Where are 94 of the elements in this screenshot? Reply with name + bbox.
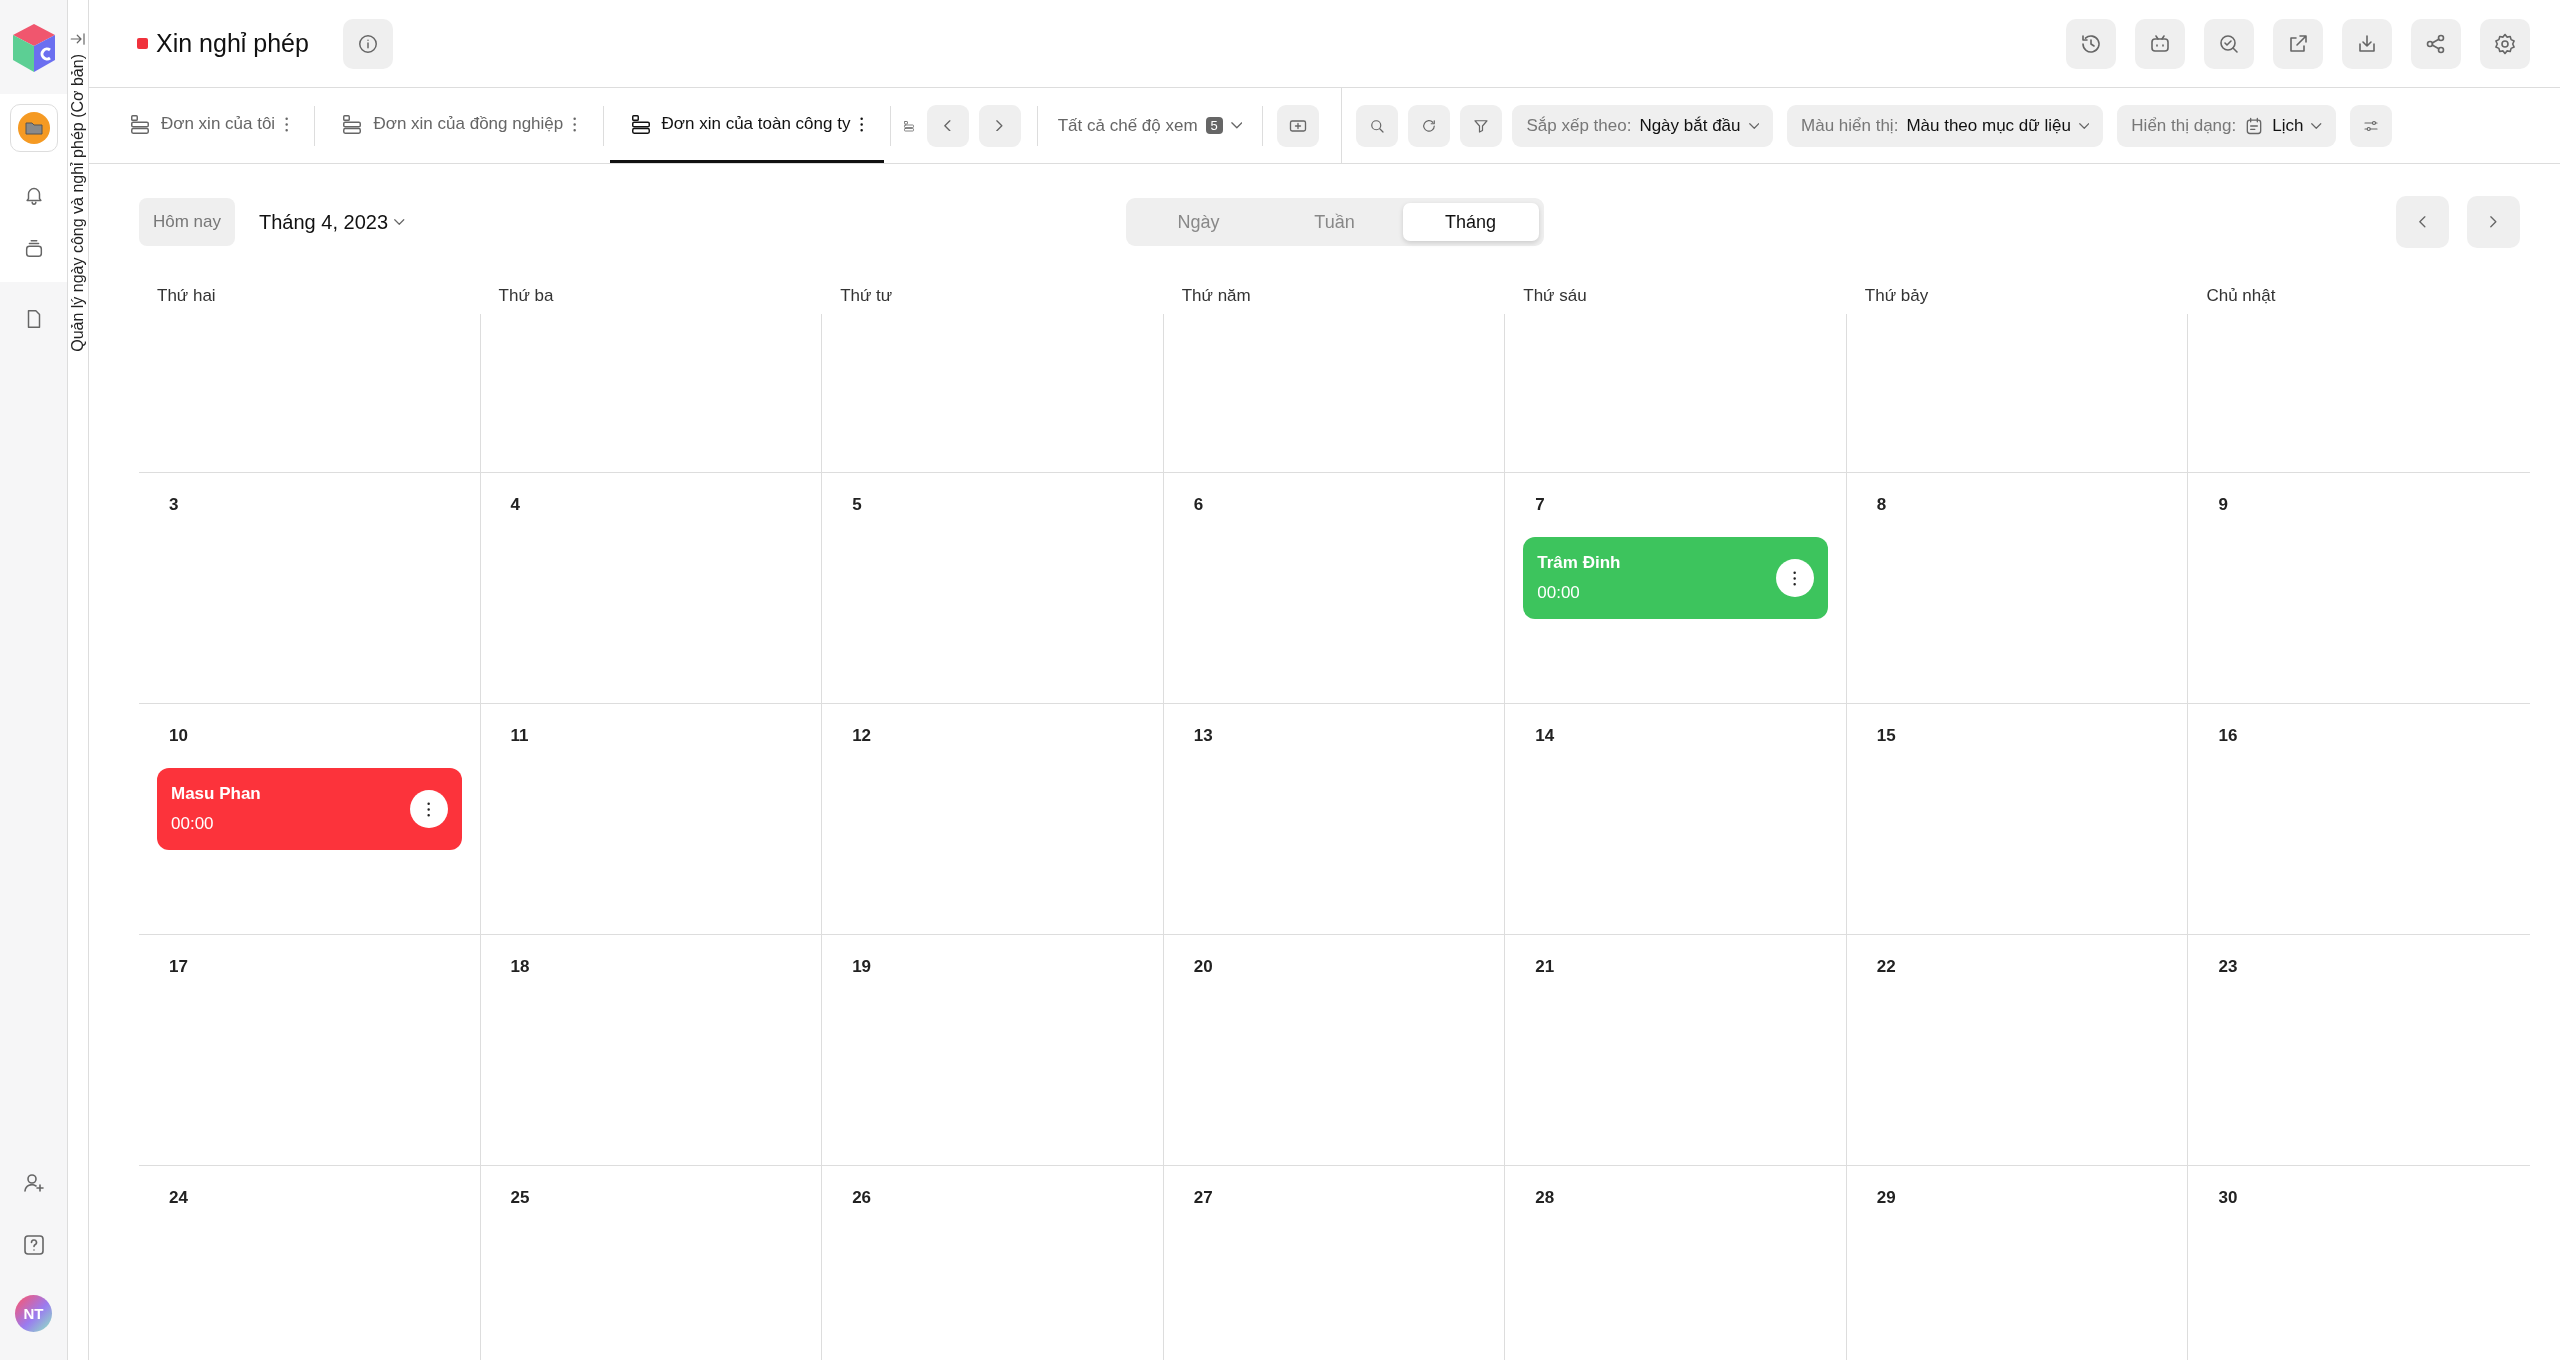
day-number: 26	[851, 1188, 872, 1208]
event-menu-button[interactable]	[409, 790, 448, 828]
view-tab-icon	[341, 113, 364, 135]
view-mode-tab[interactable]: Tháng	[1402, 203, 1539, 241]
day-number: 20	[1192, 957, 1213, 977]
help-icon[interactable]	[21, 1233, 46, 1257]
chevron-right-icon	[996, 119, 1004, 132]
view-tab-icon	[629, 113, 652, 135]
day-number: 13	[1192, 726, 1213, 746]
event-name: Masu Phan	[171, 784, 262, 804]
view-mode-tab[interactable]: Tuần	[1266, 203, 1403, 241]
weekday-label: Thứ sáu	[1522, 286, 1588, 306]
user-avatar[interactable]: NT	[15, 1295, 52, 1332]
weekday-label: Chủ nhật	[2205, 286, 2277, 306]
view-tab[interactable]: Đơn xin của toàn công ty	[609, 88, 884, 163]
view-mode-tab[interactable]: Ngày	[1130, 203, 1267, 241]
chevron-left-icon	[2419, 216, 2426, 228]
view-selector[interactable]: Tất cả chế độ xem 5	[1043, 115, 1257, 136]
day-number: 19	[851, 957, 872, 977]
more-icon	[1793, 570, 1797, 586]
day-number: 4	[509, 495, 521, 515]
day-number: 6	[1192, 495, 1204, 515]
chevron-down-icon	[2078, 122, 2090, 129]
info-icon	[356, 32, 379, 55]
day-number: 5	[851, 495, 862, 515]
add-view-button[interactable]	[1277, 104, 1320, 147]
event-time: 00:00	[1537, 583, 1581, 603]
day-number: 14	[1534, 726, 1555, 746]
chevron-down-icon	[394, 219, 405, 225]
add-person-icon[interactable]	[21, 1171, 46, 1195]
chevron-left-icon	[944, 119, 952, 132]
info-button[interactable]	[342, 18, 393, 69]
color-dropdown[interactable]: Màu hiển thị: Màu theo mục dữ liệu	[1787, 104, 2104, 147]
robot-button[interactable]	[2135, 18, 2185, 69]
day-number: 30	[2217, 1188, 2238, 1208]
page-title: Xin nghỉ phép	[156, 29, 309, 58]
history-button[interactable]	[2066, 18, 2116, 69]
event-menu-button[interactable]	[1775, 559, 1814, 597]
weekday-label: Thứ hai	[156, 286, 217, 306]
day-number: 8	[1875, 495, 1887, 515]
more-icon	[573, 116, 577, 132]
chevron-down-icon	[1748, 122, 1760, 129]
zoom-check-button[interactable]	[2204, 18, 2254, 69]
filter-button[interactable]	[1460, 104, 1503, 147]
app-icon[interactable]	[9, 104, 58, 152]
day-number: 10	[168, 726, 188, 746]
day-number: 23	[2217, 957, 2238, 977]
settings-icon	[2493, 31, 2517, 56]
day-number: 25	[509, 1188, 530, 1208]
weekday-label: Thứ năm	[1180, 286, 1252, 306]
day-number: 11	[509, 726, 529, 746]
month-picker[interactable]: Tháng 4, 2023	[253, 209, 411, 235]
day-number: 3	[168, 495, 179, 515]
export-button[interactable]	[2273, 18, 2323, 69]
more-icon	[285, 116, 289, 132]
day-number: 29	[1875, 1188, 1896, 1208]
day-number: 15	[1875, 726, 1896, 746]
day-number: 22	[1875, 957, 1896, 977]
weekday-label: Thứ bảy	[1863, 286, 1930, 306]
day-number: 16	[2217, 726, 2238, 746]
day-number: 21	[1534, 957, 1555, 977]
chevron-down-icon	[1230, 122, 1243, 129]
collapse-icon[interactable]	[69, 30, 87, 48]
day-number: 18	[509, 957, 530, 977]
search-button[interactable]	[1356, 104, 1399, 147]
view-tab[interactable]: Đơn xin của đồng nghiệp	[321, 88, 597, 163]
day-number: 12	[851, 726, 872, 746]
settings-button[interactable]	[2480, 18, 2530, 69]
import-button[interactable]	[2342, 18, 2392, 69]
app-title: Quản lý ngày công và nghỉ phép (Cơ bản)	[69, 54, 87, 352]
day-number: 24	[168, 1188, 188, 1208]
event-time: 00:00	[171, 814, 215, 834]
day-number: 17	[168, 957, 188, 977]
chevron-right-icon	[2490, 216, 2497, 228]
share-button[interactable]	[2411, 18, 2461, 69]
folder-icon	[16, 111, 51, 145]
day-number: 27	[1192, 1188, 1213, 1208]
sort-dropdown[interactable]: Sắp xếp theo: Ngày bắt đầu	[1512, 104, 1774, 147]
chevron-down-icon	[2311, 122, 2322, 129]
more-icon	[426, 801, 431, 817]
view-settings-button[interactable]	[2349, 104, 2392, 147]
view-tab[interactable]: Đơn xin của tôi	[109, 88, 309, 163]
event-card[interactable]: Masu Phan 00:00	[157, 768, 462, 850]
weekday-label: Thứ ba	[497, 286, 555, 306]
today-button[interactable]: Hôm nay	[139, 198, 236, 246]
display-dropdown[interactable]: Hiển thị dạng: Lịch	[2117, 104, 2336, 147]
day-number: 9	[2217, 495, 2228, 515]
view-tab-icon	[129, 113, 151, 135]
day-number: 7	[1534, 495, 1545, 515]
event-name: Trâm Đinh	[1537, 553, 1622, 573]
day-number: 28	[1534, 1188, 1555, 1208]
weekday-label: Thứ tư	[839, 286, 894, 306]
refresh-button[interactable]	[1408, 104, 1451, 147]
more-icon	[860, 116, 864, 132]
